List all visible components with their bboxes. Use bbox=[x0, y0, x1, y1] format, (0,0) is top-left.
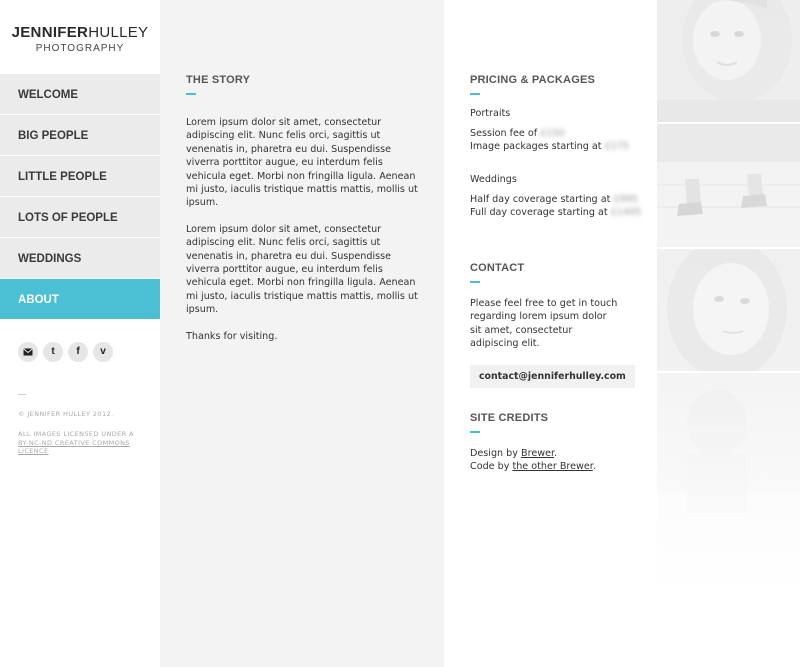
code-credit-suffix: . bbox=[592, 461, 596, 473]
design-credit-prefix: Design by bbox=[470, 448, 521, 459]
full-day-coverage: Full day coverage starting at £1495 bbox=[470, 206, 649, 219]
facebook-icon: f bbox=[76, 346, 80, 357]
pricing-title-underline bbox=[470, 93, 480, 95]
portraits-heading: Portraits bbox=[470, 108, 511, 119]
pricing-section: PRICING & PACKAGES Portraits Session fee… bbox=[470, 74, 649, 220]
nav-item-about[interactable]: ABOUT bbox=[0, 279, 160, 320]
footer-divider bbox=[18, 394, 26, 395]
story-closing: Thanks for visiting. bbox=[186, 330, 278, 342]
sidebar: JENNIFERHULLEY PHOTOGRAPHY WELCOME BIG P… bbox=[0, 0, 160, 667]
vimeo-icon: v bbox=[100, 346, 106, 357]
code-credit: Code by the other Brewer. bbox=[470, 460, 649, 473]
credits-section: SITE CREDITS Design by Brewer. Code by t… bbox=[470, 412, 649, 474]
code-credit-prefix: Code by bbox=[470, 461, 513, 473]
contact-title-underline bbox=[470, 281, 480, 283]
session-fee-value: £150 bbox=[540, 128, 565, 139]
logo-tagline: PHOTOGRAPHY bbox=[35, 43, 125, 54]
contact-email-button[interactable]: contact@jenniferhulley.com bbox=[470, 364, 635, 388]
email-icon bbox=[23, 348, 33, 356]
story-paragraph: Lorem ipsum dolor sit amet, consectetur … bbox=[186, 223, 418, 316]
story-content: THE STORY Lorem ipsum dolor sit amet, co… bbox=[186, 74, 424, 343]
twitter-button[interactable]: t bbox=[43, 342, 63, 362]
logo-last-name: HULLEY bbox=[88, 24, 149, 41]
nav-item-little-people[interactable]: LITTLE PEOPLE bbox=[0, 156, 160, 197]
license-text: ALL IMAGES LICENSED UNDER A bbox=[18, 430, 134, 438]
twitter-icon: t bbox=[51, 346, 55, 357]
nav-item-welcome[interactable]: WELCOME bbox=[0, 74, 160, 115]
facebook-button[interactable]: f bbox=[68, 342, 88, 362]
logo-name: JENNIFERHULLEY bbox=[0, 25, 160, 41]
nav-item-weddings[interactable]: WEDDINGS bbox=[0, 238, 160, 279]
contact-title: CONTACT bbox=[470, 262, 525, 274]
story-paragraph: Lorem ipsum dolor sit amet, consectetur … bbox=[186, 117, 418, 209]
site-logo[interactable]: JENNIFERHULLEY PHOTOGRAPHY bbox=[0, 0, 160, 74]
full-day-value: £1495 bbox=[610, 207, 642, 219]
photo-child-feet[interactable] bbox=[657, 124, 800, 247]
contact-text: Please feel free to get in touch regardi… bbox=[470, 298, 618, 350]
design-credit-suffix: . bbox=[554, 448, 558, 459]
code-credit-link[interactable]: the other Brewer bbox=[512, 461, 592, 472]
image-packages-label: Image packages starting at bbox=[470, 141, 602, 153]
half-day-coverage: Half day coverage starting at £995 bbox=[470, 193, 649, 206]
session-fee-label: Session fee of bbox=[470, 128, 538, 139]
credits-title-underline bbox=[470, 431, 480, 433]
photo-boy-portrait[interactable] bbox=[657, 0, 800, 122]
main-nav: WELCOME BIG PEOPLE LITTLE PEOPLE LOTS OF… bbox=[0, 74, 160, 320]
half-day-value: £995 bbox=[613, 193, 638, 205]
image-packages: Image packages starting at £175 bbox=[470, 140, 649, 153]
info-column: PRICING & PACKAGES Portraits Session fee… bbox=[444, 0, 657, 667]
license-link[interactable]: BY-NC-ND CREATIVE COMMONS LICENCE bbox=[18, 439, 160, 455]
pricing-title: PRICING & PACKAGES bbox=[470, 74, 596, 86]
image-packages-value: £175 bbox=[604, 141, 630, 153]
weddings-heading: Weddings bbox=[470, 173, 517, 185]
design-credit-link[interactable]: Brewer bbox=[521, 448, 554, 459]
session-fee: Session fee of £150 bbox=[470, 127, 649, 140]
story-title-underline bbox=[186, 93, 196, 95]
nav-item-lots-of-people[interactable]: LOTS OF PEOPLE bbox=[0, 197, 160, 238]
social-links: t f v bbox=[18, 342, 113, 362]
photo-strip bbox=[657, 0, 800, 667]
design-credit: Design by Brewer. bbox=[470, 447, 649, 460]
full-day-label: Full day coverage starting at bbox=[470, 207, 608, 219]
story-column: THE STORY Lorem ipsum dolor sit amet, co… bbox=[160, 0, 444, 667]
email-button[interactable] bbox=[18, 342, 38, 362]
contact-section: CONTACT Please feel free to get in touch… bbox=[470, 262, 649, 388]
credits-title: SITE CREDITS bbox=[470, 412, 549, 424]
vimeo-button[interactable]: v bbox=[93, 342, 113, 362]
photo-child-outdoor[interactable] bbox=[657, 373, 800, 667]
nav-item-big-people[interactable]: BIG PEOPLE bbox=[0, 115, 160, 156]
copyright-text: © JENNIFER HULLEY 2012. bbox=[18, 410, 114, 418]
logo-first-name: JENNIFER bbox=[11, 24, 89, 41]
story-title: THE STORY bbox=[186, 74, 251, 86]
half-day-label: Half day coverage starting at bbox=[470, 193, 611, 205]
photo-girl-portrait[interactable] bbox=[657, 249, 800, 371]
